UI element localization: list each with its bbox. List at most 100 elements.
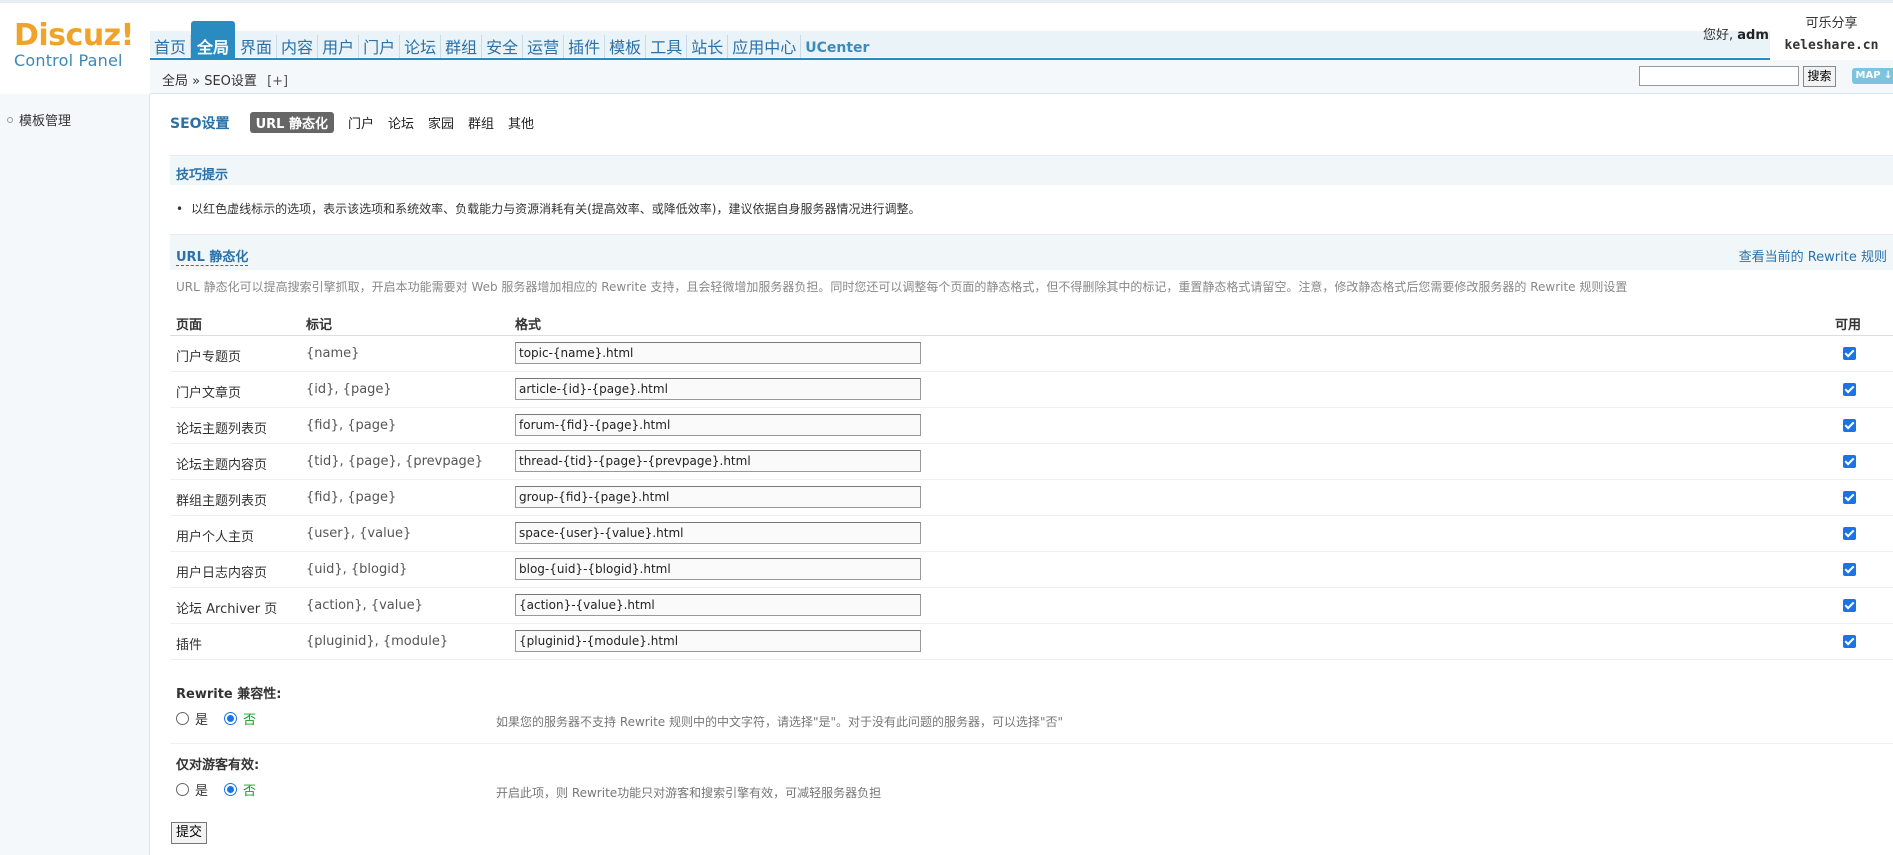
sidebar-item-template-management[interactable]: 模板管理 <box>7 110 71 129</box>
row-enable-checkbox[interactable] <box>1843 635 1856 648</box>
tips-header: 技巧提示 <box>170 155 1893 185</box>
tab-url-static[interactable]: URL 静态化 <box>249 112 334 133</box>
tips-bullet: • <box>176 202 184 216</box>
tab-home[interactable]: 家园 <box>428 113 454 132</box>
row-enable-checkbox[interactable] <box>1843 455 1856 468</box>
tips-content: 以红色虚线标示的选项，表示该选项和系统效率、负载能力与资源消耗有关(提高效率、或… <box>191 202 921 216</box>
row-page-name: 群组主题列表页 <box>176 494 268 509</box>
main-nav: 首页 全局 界面 内容 用户 门户 论坛 群组 安全 运营 插件 模板 工具 站… <box>150 21 873 61</box>
guest-only-title: 仅对游客有效: <box>176 758 260 773</box>
sidebar: 模板管理 <box>0 94 150 855</box>
column-header-enable: 可用 <box>1835 318 1862 333</box>
row-page-name: 论坛 Archiver 页 <box>176 602 278 617</box>
column-header-mark: 标记 <box>306 318 333 333</box>
rewrite-compat-radios: 是 否 <box>176 709 272 728</box>
table-row: 门户专题页 {name} topic-{name}.html <box>170 336 1893 372</box>
row-enable-checkbox[interactable] <box>1843 527 1856 540</box>
breadcrumb: 全局 » SEO设置 [+] <box>162 70 288 89</box>
guest-only-yes-label[interactable]: 是 <box>195 780 208 799</box>
logo-text: Discuz! <box>14 18 134 53</box>
column-header-page: 页面 <box>176 318 203 333</box>
guest-only-yes-radio[interactable] <box>176 783 189 796</box>
table-header: 页面 标记 格式 可用 <box>170 304 1893 336</box>
watermark: 可乐分享 keleshare.cn <box>1770 8 1893 60</box>
rewrite-compat-no-radio[interactable] <box>224 712 238 725</box>
row-format-input[interactable]: forum-{fid}-{page}.html <box>515 414 921 436</box>
guest-only-no-radio[interactable] <box>224 783 238 796</box>
row-format-input[interactable]: {action}-{value}.html <box>515 594 921 616</box>
row-format-input[interactable]: topic-{name}.html <box>515 342 921 364</box>
divider <box>170 743 1893 744</box>
add-shortcut-link[interactable]: [+] <box>267 74 288 89</box>
row-enable-checkbox[interactable] <box>1843 419 1856 432</box>
rewrite-compat-no-label[interactable]: 否 <box>243 709 256 728</box>
row-marks: {uid}, {blogid} <box>306 562 408 577</box>
logo-subtitle: Control Panel <box>14 51 123 70</box>
main-content: SEO设置 URL 静态化 门户 论坛 家园 群组 其他 技巧提示 • 以红色虚线… <box>150 94 1893 855</box>
row-format-input[interactable]: group-{fid}-{page}.html <box>515 486 921 508</box>
rewrite-compat-yes-radio[interactable] <box>176 712 189 725</box>
row-format-input[interactable]: space-{user}-{value}.html <box>515 522 921 544</box>
table-row: 用户个人主页 {user}, {value} space-{user}-{val… <box>170 516 1893 552</box>
row-enable-checkbox[interactable] <box>1843 563 1856 576</box>
row-marks: {fid}, {page} <box>306 418 397 433</box>
row-marks: {name} <box>306 346 360 361</box>
row-enable-checkbox[interactable] <box>1843 491 1856 504</box>
sidebar-item-label: 模板管理 <box>19 114 72 129</box>
logo[interactable]: Discuz! Control Panel <box>14 21 154 70</box>
column-header-format: 格式 <box>515 318 542 333</box>
row-page-name: 论坛主题列表页 <box>176 422 268 437</box>
row-marks: {pluginid}, {module} <box>306 634 449 649</box>
table-row: 论坛主题列表页 {fid}, {page} forum-{fid}-{page}… <box>170 408 1893 444</box>
watermark-line2: keleshare.cn <box>1784 38 1879 53</box>
table-row: 群组主题列表页 {fid}, {page} group-{fid}-{page}… <box>170 480 1893 516</box>
row-page-name: 论坛主题内容页 <box>176 458 268 473</box>
url-static-title: URL 静态化 <box>176 246 249 266</box>
row-format-input[interactable]: thread-{tid}-{page}-{prevpage}.html <box>515 450 921 472</box>
guest-only-no-label[interactable]: 否 <box>243 780 256 799</box>
seo-tabs: SEO设置 URL 静态化 门户 论坛 家园 群组 其他 <box>170 112 548 133</box>
guest-only-option: 仅对游客有效: 是 否 开启此项，则 Rewrite功能只对游客和搜索引擎有效，… <box>170 754 1893 814</box>
tab-portal[interactable]: 门户 <box>348 113 374 132</box>
row-format-input[interactable]: article-{id}-{page}.html <box>515 378 921 400</box>
page-title: SEO设置 <box>170 115 230 132</box>
table-row: 插件 {pluginid}, {module} {pluginid}-{modu… <box>170 624 1893 660</box>
breadcrumb-path: 全局 » SEO设置 <box>162 74 257 89</box>
map-button[interactable]: MAP ↓ <box>1852 68 1893 84</box>
greeting-prefix: 您好, <box>1703 28 1734 43</box>
rewrite-compat-title: Rewrite 兼容性: <box>176 687 282 702</box>
row-marks: {action}, {value} <box>306 598 423 613</box>
row-enable-checkbox[interactable] <box>1843 599 1856 612</box>
row-enable-checkbox[interactable] <box>1843 347 1856 360</box>
row-format-input[interactable]: blog-{uid}-{blogid}.html <box>515 558 921 580</box>
url-static-header: URL 静态化 查看当前的 Rewrite 规则 <box>170 234 1893 270</box>
row-enable-checkbox[interactable] <box>1843 383 1856 396</box>
tab-forum[interactable]: 论坛 <box>388 113 414 132</box>
table-row: 论坛主题内容页 {tid}, {page}, {prevpage} thread… <box>170 444 1893 480</box>
rewrite-compat-yes-label[interactable]: 是 <box>195 709 208 728</box>
tips-title: 技巧提示 <box>176 168 229 183</box>
url-static-description: URL 静态化可以提高搜索引擎抓取，开启本功能需要对 Web 服务器增加相应的 … <box>176 280 1628 294</box>
rewrite-compat-description: 如果您的服务器不支持 Rewrite 规则中的中文字符，请选择"是"。对于没有此… <box>496 715 1064 729</box>
submit-button[interactable]: 提交 <box>171 822 207 844</box>
circle-bullet-icon <box>7 117 13 123</box>
table-row: 论坛 Archiver 页 {action}, {value} {action}… <box>170 588 1893 624</box>
row-marks: {tid}, {page}, {prevpage} <box>306 454 484 469</box>
tab-other[interactable]: 其他 <box>508 113 534 132</box>
tab-groups[interactable]: 群组 <box>468 113 494 132</box>
search-button[interactable]: 搜索 <box>1803 66 1836 87</box>
row-page-name: 插件 <box>176 638 203 653</box>
row-page-name: 用户个人主页 <box>176 530 255 545</box>
nav-item-global[interactable]: 全局 <box>191 21 236 61</box>
row-format-input[interactable]: {pluginid}-{module}.html <box>515 630 921 652</box>
search-input[interactable] <box>1639 66 1799 86</box>
view-rewrite-rules-link[interactable]: 查看当前的 Rewrite 规则 <box>1739 246 1887 265</box>
url-static-table: 页面 标记 格式 可用 门户专题页 {name} topic-{name}.ht… <box>170 304 1893 660</box>
table-row: 用户日志内容页 {uid}, {blogid} blog-{uid}-{blog… <box>170 552 1893 588</box>
watermark-line1: 可乐分享 <box>1805 16 1858 31</box>
table-row: 门户文章页 {id}, {page} article-{id}-{page}.h… <box>170 372 1893 408</box>
row-marks: {user}, {value} <box>306 526 412 541</box>
row-page-name: 用户日志内容页 <box>176 566 268 581</box>
rewrite-compat-option: Rewrite 兼容性: 是 否 如果您的服务器不支持 Rewrite 规则中的… <box>170 683 1893 743</box>
top-header: Discuz! Control Panel 首页 全局 界面 内容 用户 门户 … <box>0 0 1893 70</box>
